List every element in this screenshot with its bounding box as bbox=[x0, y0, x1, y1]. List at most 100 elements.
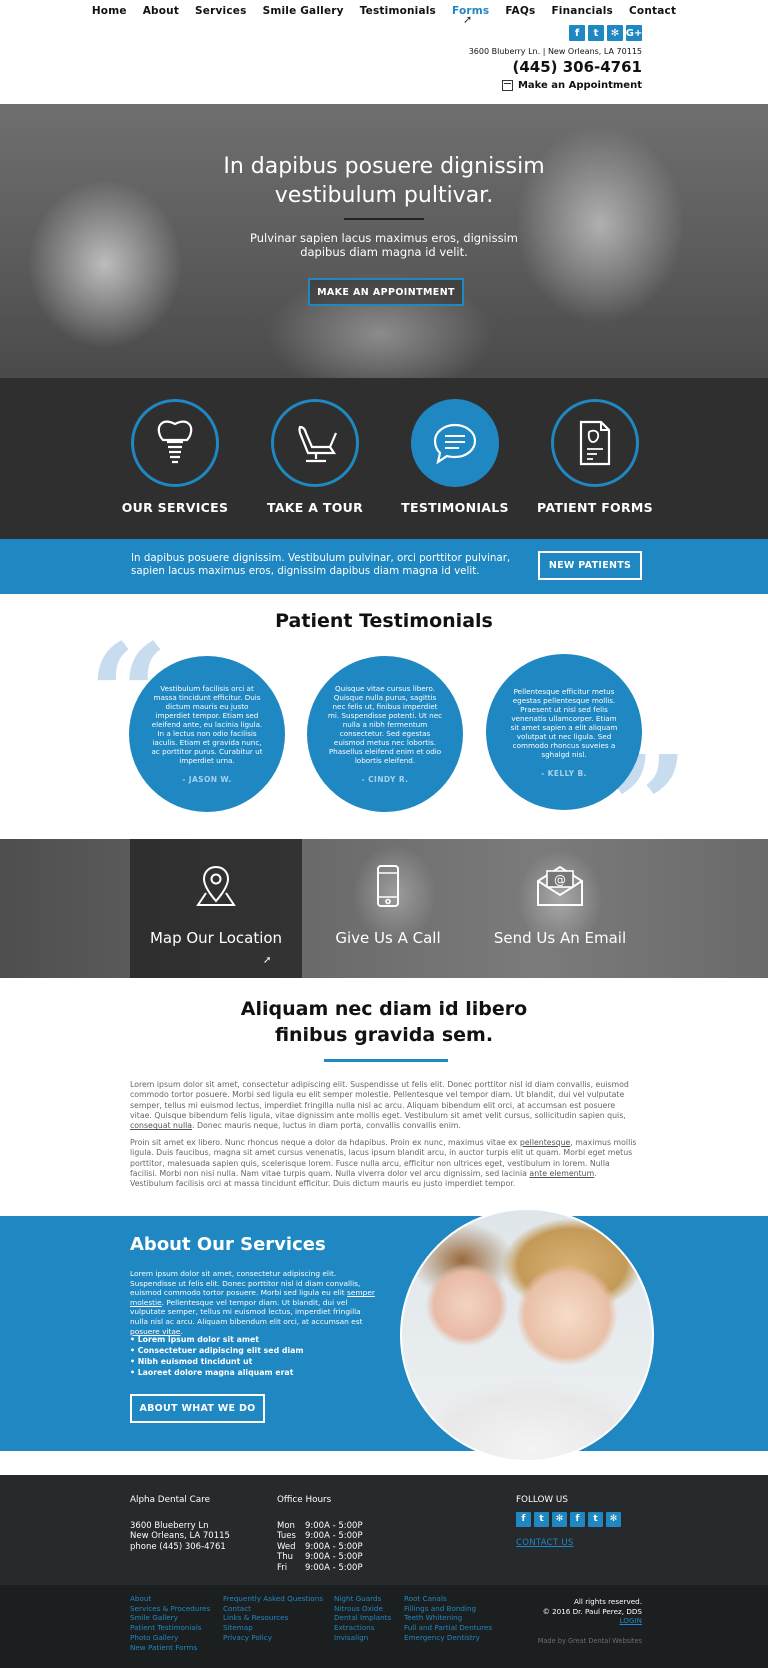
mouse-cursor-icon: ➚ bbox=[463, 13, 473, 26]
article-title: Aliquam nec diam id libero finibus gravi… bbox=[0, 996, 768, 1048]
facebook-icon[interactable]: f bbox=[570, 1511, 585, 1527]
feature-circle bbox=[551, 399, 639, 487]
twitter-icon[interactable]: t bbox=[588, 1511, 603, 1527]
chat-bubble-icon bbox=[433, 423, 477, 465]
hours-day: Mon bbox=[277, 1520, 295, 1531]
google-plus-icon[interactable]: G+ bbox=[626, 25, 642, 41]
testimonial-text: Pellentesque efficitur metus egestas pel… bbox=[510, 686, 618, 759]
footer-link[interactable]: Smile Gallery bbox=[130, 1613, 210, 1623]
footer-copyright: All rights reserved. © 2016 Dr. Paul Per… bbox=[543, 1597, 642, 1626]
footer-link[interactable]: Sitemap bbox=[223, 1623, 323, 1633]
footer-link[interactable]: Dental Implants bbox=[334, 1613, 391, 1623]
footer-link[interactable]: About bbox=[130, 1594, 210, 1604]
mouse-cursor-icon: ➚ bbox=[263, 955, 272, 966]
footer-links-col-4: Root Canals Fillings and Bonding Teeth W… bbox=[404, 1594, 492, 1643]
footer-links: About Services & Procedures Smile Galler… bbox=[0, 1585, 768, 1668]
site-header: Home About Services Smile Gallery Testim… bbox=[0, 0, 768, 104]
header-social: f t ✻ G+ bbox=[569, 25, 642, 41]
nav-smile-gallery[interactable]: Smile Gallery bbox=[263, 5, 344, 17]
footer-link[interactable]: Contact bbox=[223, 1604, 323, 1614]
feature-our-services[interactable]: OUR SERVICES bbox=[105, 399, 245, 515]
facebook-icon[interactable]: f bbox=[516, 1511, 531, 1527]
testimonial-card: Quisque vitae cursus libero. Quisque nul… bbox=[307, 656, 463, 812]
services-text: . Pellentesque vel tempor diam. Ut bland… bbox=[130, 1297, 363, 1326]
article-link[interactable]: consequat nulla bbox=[130, 1121, 192, 1130]
footer-link[interactable]: Full and Partial Dentures bbox=[404, 1623, 492, 1633]
nav-financials[interactable]: Financials bbox=[551, 5, 613, 17]
make-appointment-button[interactable]: MAKE AN APPOINTMENT bbox=[308, 278, 464, 306]
footer-link[interactable]: Frequently Asked Questions bbox=[223, 1594, 323, 1604]
yelp-icon[interactable]: ✻ bbox=[606, 1511, 621, 1527]
footer-links-col-3: Night Guards Nitrous Oxide Dental Implan… bbox=[334, 1594, 391, 1643]
nav-about[interactable]: About bbox=[143, 5, 179, 17]
feature-take-a-tour[interactable]: TAKE A TOUR bbox=[245, 399, 385, 515]
hero-banner: In dapibus posuere dignissim vestibulum … bbox=[0, 104, 768, 378]
article-text: . Donec mauris neque, luctus in diam por… bbox=[192, 1121, 461, 1131]
new-patients-button[interactable]: NEW PATIENTS bbox=[538, 551, 642, 580]
article-text: Proin sit amet ex libero. Nunc rhoncus n… bbox=[130, 1138, 518, 1147]
article-link[interactable]: pellentesque bbox=[520, 1138, 570, 1147]
nav-contact[interactable]: Contact bbox=[629, 5, 676, 17]
services-text: Lorem ipsum dolor sit amet, consectetur … bbox=[130, 1269, 361, 1298]
footer-link[interactable]: Photo Gallery bbox=[130, 1633, 210, 1643]
header-address: 3600 Bluberry Ln. | New Orleans, LA 7011… bbox=[468, 47, 642, 56]
footer-link[interactable]: Patient Testimonials bbox=[130, 1623, 210, 1633]
make-appointment-link[interactable]: Make an Appointment bbox=[501, 80, 642, 91]
article-paragraph-1: Lorem ipsum dolor sit amet, consectetur … bbox=[130, 1080, 638, 1131]
footer-link[interactable]: Fillings and Bonding bbox=[404, 1604, 492, 1614]
yelp-icon[interactable]: ✻ bbox=[607, 25, 623, 41]
footer-contact-col: Alpha Dental Care 3600 Blueberry Ln New … bbox=[130, 1495, 230, 1552]
testimonial-author: - KELLY B. bbox=[541, 768, 587, 778]
hero-divider bbox=[344, 218, 424, 220]
svg-text:@: @ bbox=[554, 873, 566, 887]
hero-title: In dapibus posuere dignissim vestibulum … bbox=[0, 152, 768, 210]
about-what-we-do-button[interactable]: ABOUT WHAT WE DO bbox=[130, 1394, 265, 1423]
footer-follow-col: FOLLOW US f t ✻ f t ✻ CONTACT US bbox=[516, 1495, 621, 1548]
footer-link[interactable]: Nitrous Oxide bbox=[334, 1604, 391, 1614]
feature-testimonials[interactable]: TESTIMONIALS bbox=[385, 399, 525, 515]
hours-time: 9:00A - 5:00P bbox=[305, 1541, 363, 1552]
footer-link[interactable]: Emergency Dentistry bbox=[404, 1633, 492, 1643]
nav-faqs[interactable]: FAQs bbox=[505, 5, 535, 17]
header-phone[interactable]: (445) 306-4761 bbox=[512, 58, 642, 76]
testimonial-text: Quisque vitae cursus libero. Quisque nul… bbox=[327, 684, 443, 765]
footer-link[interactable]: Privacy Policy bbox=[223, 1633, 323, 1643]
email-panel[interactable]: @ Send Us An Email bbox=[474, 839, 646, 978]
twitter-icon[interactable]: t bbox=[534, 1511, 549, 1527]
hours-day: Wed bbox=[277, 1541, 296, 1552]
footer-info: Alpha Dental Care 3600 Blueberry Ln New … bbox=[0, 1475, 768, 1585]
footer-link[interactable]: Links & Resources bbox=[223, 1613, 323, 1623]
testimonial-author: - CINDY R. bbox=[361, 775, 409, 784]
feature-label: TAKE A TOUR bbox=[266, 500, 364, 515]
call-panel[interactable]: Give Us A Call bbox=[302, 839, 474, 978]
footer-link[interactable]: Root Canals bbox=[404, 1594, 492, 1604]
contact-us-link[interactable]: CONTACT US bbox=[516, 1538, 621, 1549]
made-by-credit[interactable]: Made by Great Dental Websites bbox=[538, 1637, 642, 1645]
twitter-icon[interactable]: t bbox=[588, 25, 604, 41]
nav-home[interactable]: Home bbox=[92, 5, 127, 17]
appointment-label: Make an Appointment bbox=[517, 80, 642, 91]
footer-link[interactable]: New Patient Forms bbox=[130, 1643, 210, 1653]
footer-link[interactable]: Services & Procedures bbox=[130, 1604, 210, 1614]
footer-links-col-2: Frequently Asked Questions Contact Links… bbox=[223, 1594, 323, 1643]
article-text: Lorem ipsum dolor sit amet, consectetur … bbox=[130, 1080, 629, 1120]
yelp-icon[interactable]: ✻ bbox=[552, 1511, 567, 1527]
contact-label: Send Us An Email bbox=[493, 929, 627, 947]
testimonial-card: Vestibulum facilisis orci at massa tinci… bbox=[129, 656, 285, 812]
feature-patient-forms[interactable]: PATIENT FORMS bbox=[525, 399, 665, 515]
feature-label: OUR SERVICES bbox=[121, 500, 229, 515]
facebook-icon[interactable]: f bbox=[569, 25, 585, 41]
footer-link[interactable]: Invisalign bbox=[334, 1633, 391, 1643]
footer-link[interactable]: Extractions bbox=[334, 1623, 391, 1633]
map-location-panel[interactable]: Map Our Location bbox=[130, 839, 302, 978]
nav-testimonials[interactable]: Testimonials bbox=[360, 5, 436, 17]
feature-circle bbox=[411, 399, 499, 487]
hours-time: 9:00A - 5:00P bbox=[305, 1552, 363, 1562]
hours-time: 9:00A - 5:00P bbox=[305, 1562, 363, 1573]
footer-link[interactable]: Night Guards bbox=[334, 1594, 391, 1604]
login-link[interactable]: LOGIN bbox=[543, 1616, 642, 1626]
footer-address-1: 3600 Blueberry Ln bbox=[130, 1520, 209, 1531]
nav-services[interactable]: Services bbox=[195, 5, 247, 17]
footer-link[interactable]: Teeth Whitening bbox=[404, 1613, 492, 1623]
article-link[interactable]: ante elementum bbox=[529, 1169, 594, 1178]
